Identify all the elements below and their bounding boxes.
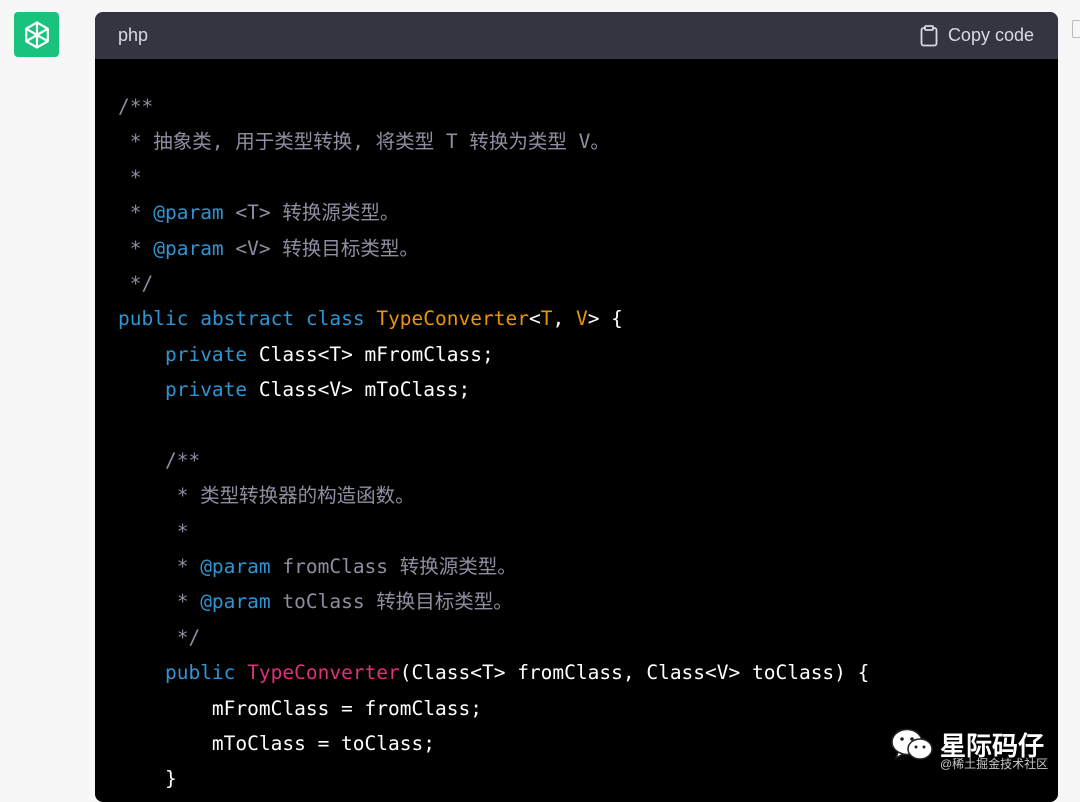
code-content: /** * 抽象类, 用于类型转换, 将类型 T 转换为类型 V。 * * @p… — [95, 59, 1058, 797]
code-token: Class<T> mFromClass; — [247, 342, 494, 366]
watermark-subtitle: @稀土掘金技术社区 — [940, 757, 1049, 771]
code-token: toClass 转换目标类型。 — [270, 590, 513, 614]
scroll-edge-marker — [1072, 20, 1080, 38]
code-token: * — [118, 165, 142, 189]
code-line: private Class<T> mFromClass; — [118, 337, 1058, 372]
code-token: T — [540, 307, 553, 331]
code-line: /** — [118, 443, 1058, 478]
code-token: @param — [153, 201, 224, 225]
code-token: fromClass 转换源类型。 — [270, 555, 517, 579]
code-line: */ — [118, 620, 1058, 655]
code-token: class — [305, 307, 365, 331]
code-line: * @param <T> 转换源类型。 — [118, 195, 1058, 230]
code-token: * 类型转换器的构造函数。 — [118, 484, 415, 508]
code-line: * — [118, 514, 1058, 549]
code-token: public — [118, 307, 189, 331]
code-token: TypeConverter — [376, 307, 529, 331]
code-token: private — [164, 342, 248, 366]
code-token: public — [164, 661, 236, 685]
code-token: , — [552, 307, 576, 331]
code-token: <T> 转换源类型。 — [223, 201, 400, 225]
code-token: mFromClass = fromClass; — [118, 696, 482, 720]
code-block: php Copy code /** * 抽象类, 用于类型转换, 将类型 T 转… — [95, 12, 1058, 802]
code-token: * 抽象类, 用于类型转换, 将类型 T 转换为类型 V。 — [118, 130, 610, 154]
code-token: * — [118, 201, 154, 225]
code-line: */ — [118, 266, 1058, 301]
code-token: * — [118, 555, 201, 579]
code-line: * 抽象类, 用于类型转换, 将类型 T 转换为类型 V。 — [118, 124, 1058, 159]
code-line: * @param <V> 转换目标类型。 — [118, 231, 1058, 266]
code-token: > { — [587, 307, 623, 331]
code-line: * @param fromClass 转换源类型。 — [118, 549, 1058, 584]
code-token: abstract — [200, 307, 295, 331]
assistant-avatar — [14, 12, 59, 57]
code-token: (Class<T> fromClass, Class<V> toClass) { — [399, 661, 870, 685]
code-token: <V> 转换目标类型。 — [223, 236, 419, 260]
code-token: */ — [118, 271, 154, 295]
copy-code-label: Copy code — [947, 25, 1034, 45]
code-line: * — [118, 160, 1058, 195]
code-line: private Class<V> mToClass; — [118, 372, 1058, 407]
clipboard-icon — [920, 24, 938, 46]
code-token: /** — [118, 95, 154, 118]
code-language-label: php — [118, 25, 149, 45]
code-header: php Copy code — [95, 12, 1058, 59]
code-token: @param — [200, 555, 271, 579]
code-token: Class<V> mToClass; — [247, 378, 471, 402]
code-token: /** — [118, 448, 201, 472]
code-line: public abstract class TypeConverter<T, V… — [118, 301, 1058, 336]
code-token: V — [575, 307, 588, 331]
code-token: @param — [153, 236, 224, 260]
openai-logo-icon — [24, 20, 49, 49]
code-token: */ — [118, 625, 201, 649]
code-line: mFromClass = fromClass; — [118, 691, 1058, 726]
code-token: * — [118, 236, 154, 260]
code-token: * — [118, 590, 201, 614]
code-token: TypeConverter — [247, 661, 400, 685]
code-line: /** — [118, 89, 1058, 124]
code-line: * @param toClass 转换目标类型。 — [118, 584, 1058, 619]
copy-code-button[interactable]: Copy code — [920, 24, 1034, 47]
code-line: * 类型转换器的构造函数。 — [118, 478, 1058, 513]
code-token: mToClass = toClass; — [118, 732, 435, 756]
code-line: } — [118, 761, 1058, 796]
code-token: < — [528, 307, 541, 331]
wechat-icon — [891, 728, 933, 760]
code-token: @param — [200, 590, 271, 614]
code-token: * — [118, 519, 189, 543]
code-token: } — [118, 767, 177, 791]
code-token: private — [164, 378, 248, 402]
code-line: public TypeConverter(Class<T> fromClass,… — [118, 655, 1058, 690]
